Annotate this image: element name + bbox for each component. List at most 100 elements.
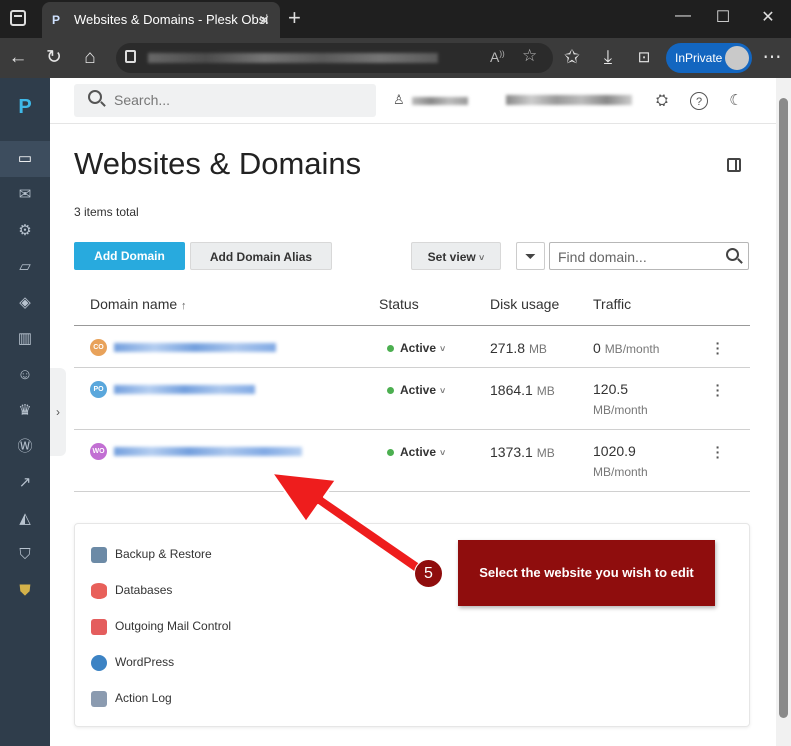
help-icon[interactable]: ?: [690, 92, 708, 110]
scrollbar-thumb[interactable]: [779, 98, 788, 718]
folder-icon[interactable]: ▱: [0, 249, 50, 285]
disk-unit: MB: [536, 446, 555, 460]
table-row[interactable]: CO Active ˅ 271.8 MB 0 MB/month · · ·: [74, 327, 750, 368]
window-close-icon[interactable]: ✕: [756, 7, 780, 27]
disk-usage: 271.8 MB: [490, 340, 547, 356]
status-dropdown[interactable]: Active ˅: [387, 383, 445, 397]
favorite-star-icon[interactable]: ☆: [522, 46, 537, 66]
plesk-page: P ▭ ✉ ⚙ ▱ ◈ ▥ ☺ ♛ Ⓦ ↗ ◭ ⛉ ⛊ › Search... …: [0, 78, 776, 746]
url-field[interactable]: A)) ☆: [116, 43, 553, 73]
filter-icon[interactable]: ⏷: [516, 242, 545, 270]
sidebar: P ▭ ✉ ⚙ ▱ ◈ ▥ ☺ ♛ Ⓦ ↗ ◭ ⛉ ⛊: [0, 78, 50, 746]
browser-tab-bar: P Websites & Domains - Plesk Obsi ✕ + — …: [0, 0, 791, 38]
wordpress-icon[interactable]: Ⓦ: [0, 429, 50, 465]
row-menu-kebab-icon[interactable]: · · ·: [715, 378, 721, 402]
plesk-logo[interactable]: P: [0, 96, 50, 119]
inprivate-label: InPrivate: [675, 51, 723, 65]
inprivate-badge[interactable]: InPrivate: [666, 43, 752, 73]
screenshot-icon[interactable]: ⊡: [632, 46, 656, 70]
page-title: Websites & Domains: [74, 146, 362, 181]
vertical-scrollbar[interactable]: [776, 78, 791, 746]
backup-restore-link[interactable]: Backup & Restore: [91, 544, 212, 564]
find-domain-placeholder: Find domain...: [558, 249, 647, 265]
items-total: 3 items total: [74, 205, 139, 219]
trend-icon[interactable]: ↗: [0, 465, 50, 501]
status-dropdown[interactable]: Active ˅: [387, 341, 445, 355]
find-domain-input[interactable]: Find domain...: [549, 242, 749, 270]
layers-icon[interactable]: ◈: [0, 285, 50, 321]
global-search-input[interactable]: Search...: [74, 84, 376, 117]
chevron-down-icon: ˅: [440, 448, 446, 458]
row-menu-kebab-icon[interactable]: · · ·: [715, 336, 721, 360]
table-row[interactable]: PO Active ˅ 1864.1 MB 120.5 MB/month · · ·: [74, 369, 750, 430]
monitor-icon[interactable]: ▭: [0, 141, 50, 177]
mail-icon[interactable]: ✉: [0, 177, 50, 213]
tool-label: Databases: [115, 583, 173, 597]
minimize-icon[interactable]: —: [671, 7, 695, 25]
read-aloud-icon[interactable]: A)): [490, 49, 505, 65]
disk-usage: 1864.1 MB: [490, 382, 555, 398]
wordpress-link[interactable]: WordPress: [91, 652, 174, 672]
set-view-button[interactable]: Set view ˅: [411, 242, 501, 270]
table-row[interactable]: WO Active ˅ 1373.1 MB 1020.9 MB/month · · ·: [74, 431, 750, 492]
subscription-blurred[interactable]: [506, 95, 632, 105]
chart-icon[interactable]: ▥: [0, 321, 50, 357]
log-icon: [91, 690, 107, 707]
active-dot-icon: [387, 345, 394, 352]
search-placeholder: Search...: [114, 92, 171, 108]
refresh-icon[interactable]: ↻: [42, 46, 66, 70]
sort-asc-icon: ↑: [181, 300, 187, 312]
traffic: 120.5 MB/month: [593, 379, 648, 420]
tab-actions-icon[interactable]: [10, 10, 26, 26]
browser-tab[interactable]: P Websites & Domains - Plesk Obsi ✕: [42, 2, 280, 38]
gear-icon[interactable]: ⚙: [0, 213, 50, 249]
expand-sidebar-chevron-icon[interactable]: ›: [50, 368, 66, 456]
add-domain-alias-button[interactable]: Add Domain Alias: [190, 242, 332, 270]
dark-mode-moon-icon[interactable]: ☾: [727, 92, 745, 110]
back-icon[interactable]: ←: [6, 46, 30, 70]
user-icon[interactable]: ☺: [0, 357, 50, 393]
active-dot-icon: [387, 387, 394, 394]
new-tab-button[interactable]: +: [288, 5, 301, 31]
action-log-link[interactable]: Action Log: [91, 688, 172, 708]
address-toolbar: ← ↻ ⌂ A)) ☆ ✩ ⤓ ⊡ InPrivate ⋯: [0, 38, 791, 78]
downloads-icon[interactable]: ⤓: [596, 46, 620, 70]
shield-icon[interactable]: ⛉: [0, 537, 50, 573]
outgoing-mail-control-link[interactable]: Outgoing Mail Control: [91, 616, 231, 636]
databases-link[interactable]: Databases: [91, 580, 172, 600]
domain-name-header[interactable]: Domain name ↑: [90, 296, 187, 312]
disk-value: 1864.1: [490, 382, 533, 398]
disk-value: 271.8: [490, 340, 526, 356]
backup-icon: [91, 546, 107, 563]
traffic-header[interactable]: Traffic: [593, 296, 631, 312]
row-menu-kebab-icon[interactable]: · · ·: [715, 440, 721, 464]
mascot-icon[interactable]: ⛭: [653, 92, 671, 110]
status-header[interactable]: Status: [379, 296, 419, 312]
domain-link-blurred[interactable]: [114, 343, 276, 352]
tab-close-icon[interactable]: ✕: [258, 2, 270, 38]
add-domain-button[interactable]: Add Domain: [74, 242, 185, 270]
more-menu-icon[interactable]: ⋯: [760, 46, 784, 70]
mail-icon: [91, 618, 107, 635]
user-icon[interactable]: ♙: [393, 92, 405, 108]
tool-label: Outgoing Mail Control: [115, 619, 232, 633]
status-dropdown[interactable]: Active ˅: [387, 445, 445, 459]
favorites-icon[interactable]: ✩: [560, 46, 584, 70]
traffic-value: 120.5: [593, 381, 629, 397]
traffic-value: 0: [593, 340, 601, 356]
crown-icon[interactable]: ♛: [0, 393, 50, 429]
maximize-icon[interactable]: ☐: [711, 7, 735, 27]
domain-link-blurred[interactable]: [114, 447, 302, 456]
side-panel-toggle-icon[interactable]: [727, 158, 741, 172]
step-number-badge: 5: [414, 559, 443, 588]
shield-alt-icon[interactable]: ⛊: [0, 573, 50, 609]
domain-link-blurred[interactable]: [114, 385, 255, 394]
username-blurred[interactable]: [412, 97, 468, 105]
traffic-unit: MB/month: [593, 403, 648, 417]
set-view-label: Set view: [427, 250, 476, 264]
disk-usage-header[interactable]: Disk usage: [490, 296, 559, 312]
laravel-icon[interactable]: ◭: [0, 501, 50, 537]
traffic: 0 MB/month: [593, 338, 659, 359]
home-icon[interactable]: ⌂: [78, 46, 102, 70]
status-label: Active: [400, 341, 437, 355]
